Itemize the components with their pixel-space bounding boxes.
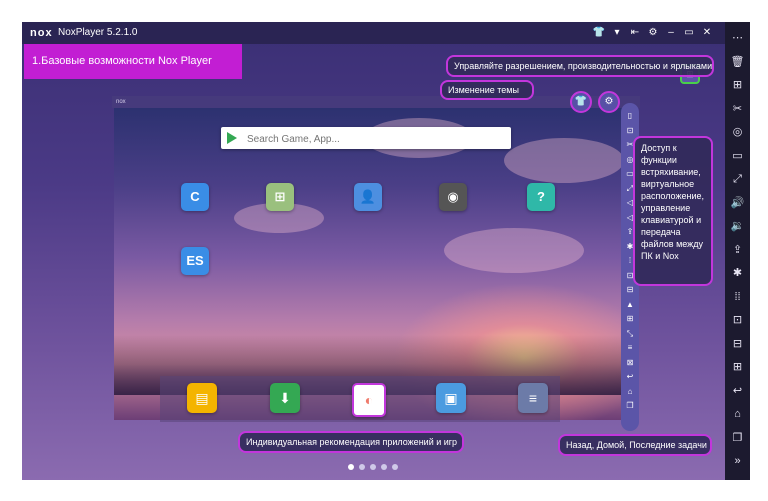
app-icon[interactable]: ⊞ <box>266 183 294 211</box>
close-button[interactable]: ✕ <box>698 22 716 44</box>
toolbar-0-icon[interactable]: ▯ <box>625 111 635 121</box>
toolbar-17-icon[interactable]: ⊠ <box>625 358 635 368</box>
toolbar-13-icon[interactable]: ▲ <box>625 300 635 310</box>
theme-shirt-button[interactable]: 👕 <box>570 91 592 113</box>
cloud <box>504 138 624 183</box>
app-icon[interactable]: C <box>181 183 209 211</box>
sidebar-back-icon[interactable]: ↩ <box>728 383 747 399</box>
sidebar-recent-icon[interactable]: ❐ <box>728 430 747 446</box>
sidebar-location-icon[interactable]: ◎ <box>728 124 747 140</box>
toolbar-14-icon[interactable]: ⊞ <box>625 314 635 324</box>
page-dot-active[interactable] <box>348 464 354 470</box>
sidebar-multi-icon[interactable]: ⁞⁞ <box>728 289 747 305</box>
window-title: NoxPlayer 5.2.1.0 <box>58 27 138 38</box>
sidebar-volume-down-icon[interactable]: 🔉 <box>728 218 747 234</box>
sidebar-fullscreen-icon[interactable]: ⤢ <box>728 171 747 187</box>
sidebar-shake-icon[interactable]: ✱ <box>728 265 747 281</box>
search-input[interactable] <box>245 129 499 149</box>
callout-permissions: Управляйте разрешением, производительнос… <box>446 55 714 77</box>
toolbar-20-icon[interactable]: ❐ <box>625 401 635 411</box>
app-icon[interactable]: ◉ <box>439 183 467 211</box>
toolbar-15-icon[interactable]: ⤡ <box>625 329 635 339</box>
right-sidebar: ⋯ 🗑 ⊞ ✂ ◎ ▭ ⤢ 🔊 🔉 ⇪ ✱ ⁞⁞ ⊡ ⊟ ⊞ ↩ ⌂ ❐ » <box>725 22 750 480</box>
toolbar-18-icon[interactable]: ↩ <box>625 372 635 382</box>
dock-app-icon[interactable]: ⬇ <box>270 383 300 413</box>
page-dot[interactable] <box>370 464 376 470</box>
theme-gear-button[interactable]: ⚙ <box>598 91 620 113</box>
cloud <box>444 228 584 273</box>
sidebar-scissors-icon[interactable]: ✂ <box>728 101 747 117</box>
maximize-button[interactable]: ▭ <box>680 22 698 44</box>
search-bar[interactable] <box>221 127 511 149</box>
toolbar-16-icon[interactable]: ≡ <box>625 343 635 353</box>
sidebar-camera-icon[interactable]: ⊡ <box>728 312 747 328</box>
sidebar-record-icon[interactable]: ⊞ <box>728 359 747 375</box>
dock-app-icon[interactable]: ▣ <box>436 383 466 413</box>
callout-theme: Изменение темы <box>440 80 534 100</box>
sidebar-expand-icon[interactable]: » <box>728 453 747 469</box>
screen-header: nox <box>112 96 640 108</box>
pin-icon[interactable]: ⇤ <box>626 22 644 44</box>
sidebar-volume-up-icon[interactable]: 🔊 <box>728 195 747 211</box>
sidebar-toolbox-icon[interactable]: ⊟ <box>728 336 747 352</box>
minimize-button[interactable]: – <box>662 22 680 44</box>
sidebar-trash-icon[interactable]: 🗑 <box>728 54 747 70</box>
dock-app-icon[interactable]: ≡ <box>518 383 548 413</box>
theme-shirt-icon[interactable]: 👕 <box>590 22 608 44</box>
sidebar-screen-icon[interactable]: ▭ <box>728 148 747 164</box>
page-dot[interactable] <box>392 464 398 470</box>
dropdown-icon[interactable]: ▾ <box>608 22 626 44</box>
sidebar-more-icon[interactable]: ⋯ <box>728 30 747 46</box>
app-icon[interactable]: ? <box>527 183 555 211</box>
toolbar-12-icon[interactable]: ⊟ <box>625 285 635 295</box>
dock-app-icon[interactable]: ◐ <box>352 383 386 417</box>
app-icon[interactable]: 👤 <box>354 183 382 211</box>
callout-recommend: Индивидуальная рекомендация приложений и… <box>238 431 464 453</box>
callout-access: Доступ к функции встряхивание, виртуальн… <box>633 136 713 286</box>
sidebar-upload-icon[interactable]: ⇪ <box>728 242 747 258</box>
callout-nav: Назад, Домой, Последние задачи <box>558 434 712 456</box>
settings-gear-icon[interactable]: ⚙ <box>644 22 662 44</box>
dock-app-icon[interactable]: ▤ <box>187 383 217 413</box>
play-store-icon <box>227 132 237 144</box>
nox-logo: nox <box>30 27 53 39</box>
sidebar-home-icon[interactable]: ⌂ <box>728 406 747 422</box>
app-icon[interactable]: ES <box>181 247 209 275</box>
screen-label: nox <box>116 99 126 105</box>
page-dot[interactable] <box>359 464 365 470</box>
toolbar-19-icon[interactable]: ⌂ <box>625 387 635 397</box>
toolbar-1-icon[interactable]: ⊡ <box>625 126 635 136</box>
feature-banner: 1.Базовые возможности Nox Player <box>24 44 242 79</box>
title-bar: nox NoxPlayer 5.2.1.0 👕 ▾ ⇤ ⚙ – ▭ ✕ <box>22 22 725 44</box>
page-dot[interactable] <box>381 464 387 470</box>
sidebar-apk-icon[interactable]: ⊞ <box>728 77 747 93</box>
